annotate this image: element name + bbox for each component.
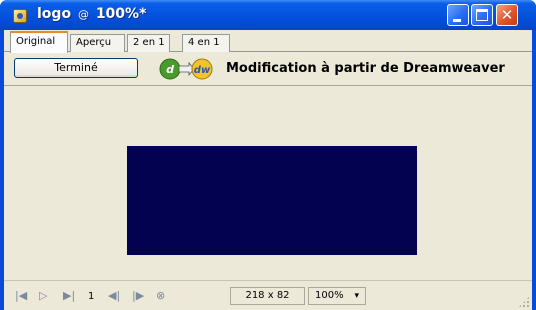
tab-apercu[interactable]: Aperçu bbox=[70, 34, 125, 52]
maximize-icon bbox=[476, 9, 488, 21]
zoom-select[interactable]: 100% ▾ bbox=[308, 287, 366, 305]
zoom-value: 100% bbox=[315, 290, 344, 301]
stop-icon[interactable]: ⊗ bbox=[156, 290, 165, 302]
status-bar: |◀ ▷ ▶| 1 ◀| |▶ ⊗ 218 x 82 100% ▾ bbox=[4, 280, 532, 310]
tab-2-en-1[interactable]: 2 en 1 bbox=[127, 34, 170, 52]
close-icon: ✕ bbox=[500, 6, 514, 24]
previous-frame-icon[interactable]: ◀| bbox=[108, 290, 120, 302]
edit-toolbar: Terminé d dw Modification à partir de Dr… bbox=[4, 53, 532, 86]
document-window: logo @ 100%* ✕ Original Aperçu 2 en 1 4 … bbox=[0, 0, 536, 310]
logo-image[interactable] bbox=[127, 146, 417, 255]
last-frame-icon[interactable]: ▶| bbox=[63, 290, 75, 302]
maximize-button[interactable] bbox=[471, 4, 493, 26]
window-client-area: Original Aperçu 2 en 1 4 en 1 Terminé d … bbox=[4, 30, 532, 310]
tab-original[interactable]: Original bbox=[10, 31, 68, 53]
fireworks-document-icon bbox=[13, 9, 27, 23]
document-canvas[interactable] bbox=[4, 87, 532, 280]
minimize-button[interactable] bbox=[447, 4, 469, 26]
view-tabs: Original Aperçu 2 en 1 4 en 1 bbox=[4, 30, 532, 53]
title-bar[interactable]: logo @ 100%* ✕ bbox=[0, 0, 536, 30]
image-dimensions: 218 x 82 bbox=[230, 287, 305, 305]
tab-4-en-1[interactable]: 4 en 1 bbox=[182, 34, 230, 52]
done-button[interactable]: Terminé bbox=[14, 58, 138, 78]
frame-number: 1 bbox=[88, 291, 95, 302]
svg-text:d: d bbox=[166, 63, 174, 76]
svg-text:dw: dw bbox=[194, 65, 211, 76]
chevron-down-icon[interactable]: ▾ bbox=[354, 288, 359, 304]
next-frame-icon[interactable]: |▶ bbox=[132, 290, 144, 302]
close-button[interactable]: ✕ bbox=[496, 4, 518, 26]
dreamweaver-edit-icon: d dw bbox=[159, 58, 213, 80]
play-icon[interactable]: ▷ bbox=[39, 290, 47, 302]
first-frame-icon[interactable]: |◀ bbox=[15, 290, 27, 302]
edit-from-dreamweaver-label: Modification à partir de Dreamweaver bbox=[226, 61, 505, 76]
resize-grip-icon[interactable] bbox=[518, 296, 530, 308]
window-title: logo @ 100%* bbox=[37, 6, 147, 22]
minimize-icon bbox=[453, 19, 461, 22]
